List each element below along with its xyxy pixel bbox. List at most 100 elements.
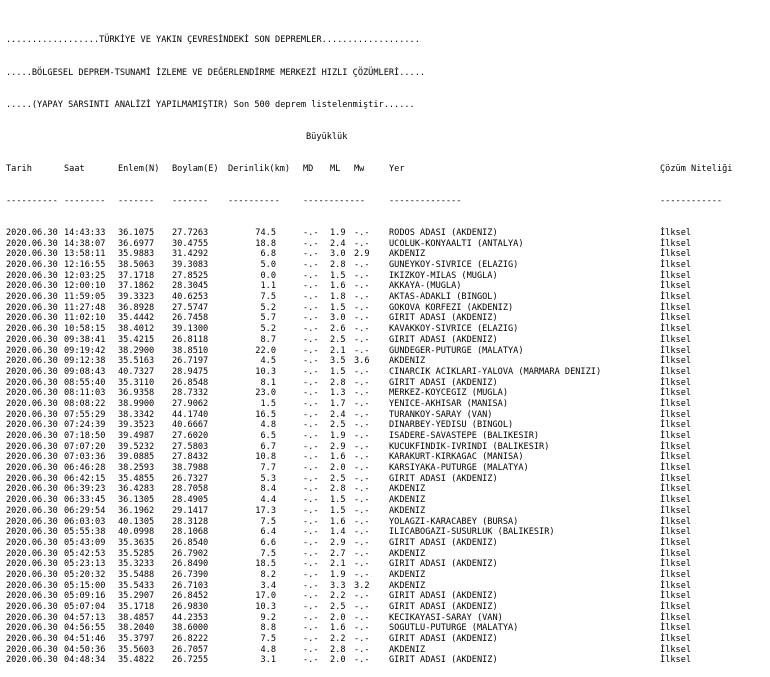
cell-lon: 28.4905 bbox=[172, 495, 209, 506]
cell-mw: -.- bbox=[354, 569, 370, 580]
cell-date: 2020.06.30 bbox=[6, 398, 58, 409]
cell-lat: 35.4855 bbox=[118, 473, 155, 484]
cell-quality: İlksel bbox=[660, 537, 692, 548]
cell-depth: 3.1 bbox=[260, 655, 276, 666]
cell-lon: 28.3045 bbox=[172, 281, 209, 292]
cell-quality: İlksel bbox=[660, 292, 692, 303]
table-row: 2020.06.30 14:43:33 36.1075 27.7263 74.5 -.- 1… bbox=[6, 227, 691, 239]
table-row: 2020.06.30 05:20:32 35.5488 26.7390 8.2 -.- 1.… bbox=[6, 569, 691, 581]
cell-lon: 26.7327 bbox=[172, 473, 209, 484]
cell-md: -.- bbox=[303, 292, 319, 303]
cell-quality: İlksel bbox=[660, 602, 692, 613]
cell-lat: 40.0998 bbox=[118, 527, 155, 538]
cell-lat: 36.1075 bbox=[118, 227, 155, 238]
cell-lat: 40.1305 bbox=[118, 516, 155, 527]
cell-time: 05:55:38 bbox=[64, 527, 106, 538]
cell-depth: 8.2 bbox=[260, 569, 276, 580]
cell-ml: 2.0 bbox=[330, 655, 346, 666]
cell-md: -.- bbox=[303, 591, 319, 602]
cell-lat: 38.4857 bbox=[118, 612, 155, 623]
sep-time: -------- bbox=[64, 195, 106, 206]
cell-md: -.- bbox=[303, 377, 319, 388]
cell-time: 09:08:43 bbox=[64, 366, 106, 377]
cell-depth: 3.4 bbox=[260, 580, 276, 591]
cell-ml: 1.6 bbox=[330, 516, 346, 527]
cell-lat: 36.9358 bbox=[118, 388, 155, 399]
cell-lon: 28.7058 bbox=[172, 484, 209, 495]
cell-lon: 27.6020 bbox=[172, 431, 209, 442]
cell-md: -.- bbox=[303, 580, 319, 591]
cell-lon: 31.4292 bbox=[172, 249, 209, 260]
cell-date: 2020.06.30 bbox=[6, 634, 58, 645]
cell-md: -.- bbox=[303, 655, 319, 666]
cell-mw: -.- bbox=[354, 377, 370, 388]
cell-depth: 5.2 bbox=[260, 302, 276, 313]
cell-mw: -.- bbox=[354, 270, 370, 281]
table-row: 2020.06.30 11:27:48 36.8928 27.5747 5.2 -.- 1.… bbox=[6, 302, 691, 314]
table-row: 2020.06.30 06:39:23 36.4283 28.7058 8.4 -.- 2.… bbox=[6, 484, 691, 495]
cell-time: 06:42:15 bbox=[64, 473, 106, 484]
cell-ml: 1.8 bbox=[330, 292, 346, 303]
cell-quality: İlksel bbox=[660, 356, 692, 367]
table-row: 2020.06.30 09:38:41 35.4215 26.8118 8.7 -.- 2.… bbox=[6, 334, 691, 346]
cell-md: -.- bbox=[303, 260, 319, 271]
cell-time: 09:38:41 bbox=[64, 334, 106, 345]
cell-date: 2020.06.30 bbox=[6, 345, 58, 356]
table-row: 2020.06.30 10:58:15 38.4012 39.1300 5.2 -.- 2.… bbox=[6, 324, 691, 335]
table-row: 2020.06.30 12:16:55 38.5063 39.3083 5.0 -.- 2.… bbox=[6, 260, 691, 271]
cell-ml: 2.5 bbox=[330, 420, 346, 431]
sep-depth: ---------- bbox=[228, 195, 280, 206]
cell-ml: 1.4 bbox=[330, 527, 346, 538]
cell-mw: -.- bbox=[354, 591, 370, 602]
cell-lat: 35.4442 bbox=[118, 313, 155, 324]
cell-lon: 40.6253 bbox=[172, 292, 209, 303]
cell-ml: 1.5 bbox=[330, 366, 346, 377]
cell-depth: 18.8 bbox=[255, 238, 276, 249]
cell-quality: İlksel bbox=[660, 334, 692, 345]
table-row: 2020.06.30 05:43:09 35.3635 26.8540 6.6 -.- 2.… bbox=[6, 537, 691, 549]
cell-lat: 38.2900 bbox=[118, 345, 155, 356]
cell-depth: 1.1 bbox=[260, 281, 276, 292]
cell-md: -.- bbox=[303, 324, 319, 335]
cell-quality: İlksel bbox=[660, 569, 692, 580]
header-line-1: ..................TÜRKİYE VE YAKIN ÇEVRE… bbox=[6, 35, 420, 46]
cell-lon: 26.9830 bbox=[172, 602, 209, 613]
col-mw: Mw bbox=[354, 163, 365, 174]
cell-depth: 6.8 bbox=[260, 249, 276, 260]
cell-time: 10:58:15 bbox=[64, 324, 106, 335]
cell-mw: -.- bbox=[354, 441, 370, 452]
cell-quality: İlksel bbox=[660, 623, 692, 634]
cell-ml: 2.2 bbox=[330, 591, 346, 602]
cell-quality: İlksel bbox=[660, 324, 692, 335]
cell-depth: 7.5 bbox=[260, 516, 276, 527]
cell-depth: 0.0 bbox=[260, 270, 276, 281]
cell-md: -.- bbox=[303, 238, 319, 249]
cell-lon: 44.2353 bbox=[172, 612, 209, 623]
cell-md: -.- bbox=[303, 313, 319, 324]
cell-depth: 17.0 bbox=[255, 591, 276, 602]
cell-ml: 1.9 bbox=[330, 431, 346, 442]
table-row: 2020.06.30 06:46:28 38.2593 38.7988 7.7 -.- 2.… bbox=[6, 463, 691, 474]
cell-lon: 26.7057 bbox=[172, 644, 209, 655]
cell-lon: 39.3083 bbox=[172, 260, 209, 271]
cell-place: GUNEYKOY-SIVRICE (ELAZIG) bbox=[389, 260, 519, 271]
cell-depth: 4.5 bbox=[260, 356, 276, 367]
cell-quality: İlksel bbox=[660, 655, 692, 666]
cell-depth: 74.5 bbox=[255, 227, 276, 238]
cell-md: -.- bbox=[303, 537, 319, 548]
cell-md: -.- bbox=[303, 548, 319, 559]
table-row: 2020.06.30 08:08:22 38.9900 27.9062 1.5 -.- 1.… bbox=[6, 398, 691, 410]
sep-lon: ------- bbox=[172, 195, 209, 206]
cell-quality: İlksel bbox=[660, 484, 692, 495]
cell-lat: 35.1718 bbox=[118, 602, 155, 613]
cell-date: 2020.06.30 bbox=[6, 527, 58, 538]
table-row: 2020.06.30 06:42:15 35.4855 26.7327 5.3 -.- 2.… bbox=[6, 473, 691, 485]
cell-quality: İlksel bbox=[660, 431, 692, 442]
cell-lat: 35.2907 bbox=[118, 591, 155, 602]
cell-lat: 39.5232 bbox=[118, 441, 155, 452]
col-time: Saat bbox=[64, 163, 85, 174]
table-row: 2020.06.30 07:07:20 39.5232 27.5803 6.7 -.- 2.… bbox=[6, 441, 691, 453]
table-row: 2020.06.30 07:18:50 39.4987 27.6020 6.5 -.- 1.… bbox=[6, 431, 691, 442]
cell-depth: 18.5 bbox=[255, 559, 276, 570]
col-lat: Enlem(N) bbox=[118, 163, 160, 174]
